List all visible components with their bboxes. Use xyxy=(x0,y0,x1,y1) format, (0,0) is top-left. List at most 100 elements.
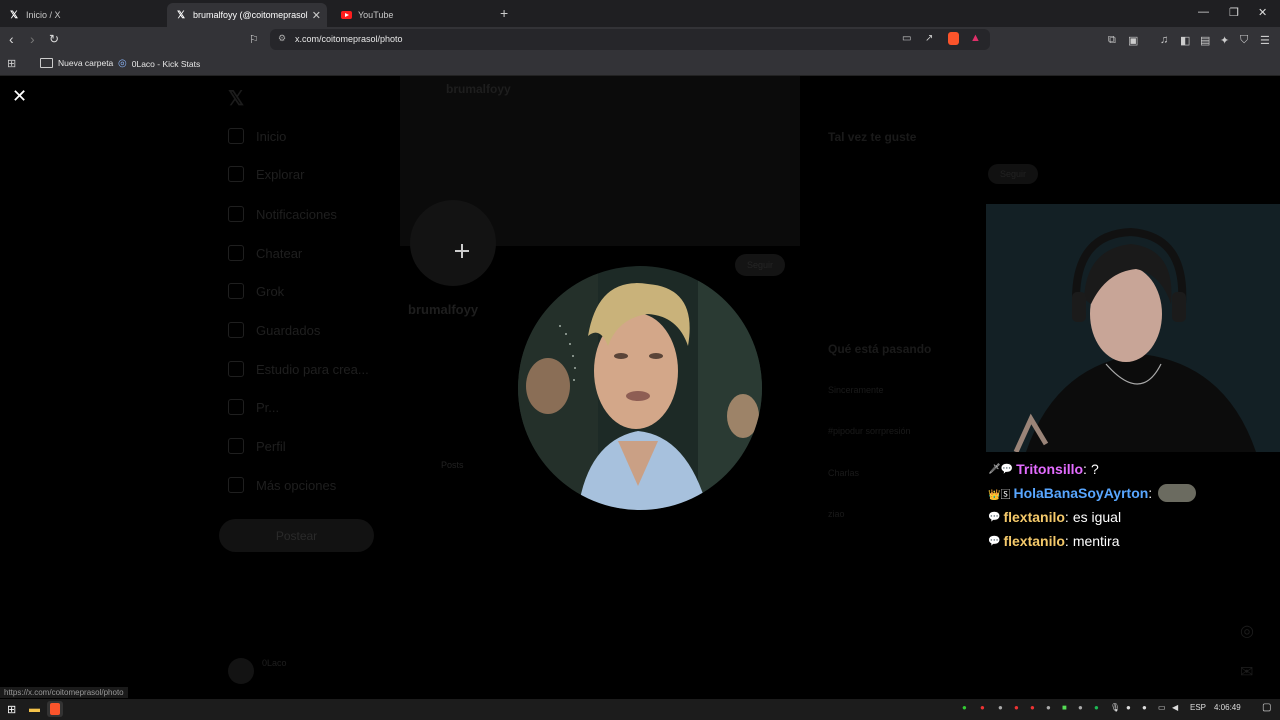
bookmarks-bar: ⊞ Nueva carpeta ◎ 0Laco - Kick Stats xyxy=(0,53,1280,76)
trend-item[interactable]: #pipodur sorrpresión xyxy=(828,426,911,436)
tray-app-icon[interactable]: ■ xyxy=(1062,703,1067,712)
x-logo-icon: 𝕏 xyxy=(9,9,19,21)
brave-rewards-icon[interactable]: ▲ xyxy=(970,32,981,44)
nav-item[interactable]: Notificaciones xyxy=(228,206,337,222)
tab-bar: 𝕏 Inicio / X 𝕏 brumalfoyy (@coitomepraso… xyxy=(0,0,1280,27)
nav-item[interactable]: Más opciones xyxy=(228,477,336,493)
clock[interactable]: 4:06:49 xyxy=(1214,703,1241,712)
volume-icon[interactable]: ◀ xyxy=(1172,703,1178,712)
share-icon[interactable]: ↗ xyxy=(925,33,933,44)
windows-start-icon[interactable]: ⊞ xyxy=(7,703,16,716)
spotify-icon[interactable]: ● xyxy=(1094,703,1099,712)
chat-message: 👑🅂 HolaBanaSoyAyrton: xyxy=(988,481,1280,505)
tray-app-icon[interactable]: ● xyxy=(1078,703,1083,712)
chat-badge-icon: 💬 xyxy=(988,511,1001,523)
nav-item[interactable]: Perfil xyxy=(228,438,286,454)
nav-item[interactable]: Pr... xyxy=(228,399,279,415)
chat-badge-icon: 👑🅂 xyxy=(988,489,1011,501)
minimize-button[interactable]: — xyxy=(1198,6,1209,18)
tab-youtube[interactable]: YouTube xyxy=(332,3,492,27)
tray-app-icon[interactable]: ● xyxy=(1030,703,1035,712)
close-photo-button[interactable]: ✕ xyxy=(12,87,28,105)
language-indicator[interactable]: ESP xyxy=(1190,703,1206,712)
tray-app-icon[interactable]: ● xyxy=(1142,703,1147,712)
post-button[interactable]: Postear xyxy=(219,519,374,552)
tray-app-icon[interactable]: ● xyxy=(1126,703,1131,712)
file-explorer-icon[interactable]: ▬ xyxy=(29,703,40,715)
nav-item[interactable]: Explorar xyxy=(228,166,304,182)
status-bar-url: https://x.com/coitomeprasol/photo xyxy=(0,687,128,698)
tray-app-icon[interactable]: ● xyxy=(1046,703,1051,712)
trend-item[interactable]: ziao xyxy=(828,509,845,519)
nav-item[interactable]: Grok xyxy=(228,283,284,299)
taskbar: ⊞ ▬ ● ● ● ● ● ● ■ ● ● 🎙 ● ● ▭ ◀ ESP 4:06… xyxy=(0,699,1280,720)
wallet-icon[interactable]: ▤ xyxy=(1200,34,1210,47)
cast-icon[interactable]: ▭ xyxy=(902,33,911,44)
profile-photo-enlarged xyxy=(518,266,762,510)
apps-grid-icon[interactable]: ⊞ xyxy=(7,57,16,70)
network-icon[interactable]: ▭ xyxy=(1158,703,1166,712)
tab-inicio[interactable]: 𝕏 Inicio / X xyxy=(0,3,165,27)
follow-button[interactable]: Seguir xyxy=(735,254,785,276)
notifications-icon[interactable]: ▢ xyxy=(1262,702,1271,713)
tab-label: brumalfoyy (@coitomeprasol) / X xyxy=(193,10,308,20)
profile-name: brumalfoyy xyxy=(408,302,479,317)
back-button[interactable]: ‹ xyxy=(9,31,14,47)
media-icon[interactable]: ♫ xyxy=(1160,34,1168,46)
brave-taskbar-button[interactable] xyxy=(47,701,63,717)
streamer-webcam xyxy=(986,204,1280,452)
nav-item[interactable]: Chatear xyxy=(228,245,302,261)
nav-item[interactable]: Guardados xyxy=(228,322,320,338)
nav-item[interactable]: Inicio xyxy=(228,128,286,144)
chat-message: 💬 flextanilo: mentira xyxy=(988,533,1120,549)
forward-button[interactable]: › xyxy=(30,31,35,47)
close-window-button[interactable]: ✕ xyxy=(1258,6,1267,19)
bookmark-icon[interactable]: ⚐ xyxy=(249,33,259,46)
bookmark-kick[interactable]: ◎ 0Laco - Kick Stats xyxy=(118,58,200,69)
chat-message: 💬 flextanilo: es igual xyxy=(988,509,1122,525)
trend-item[interactable]: Charlas xyxy=(828,468,859,478)
restore-button[interactable]: ❐ xyxy=(1229,6,1239,19)
account-avatar[interactable] xyxy=(228,658,254,684)
chat-text: mentira xyxy=(1072,533,1120,549)
brave-icon xyxy=(50,703,60,715)
follow-button[interactable]: Seguir xyxy=(988,164,1038,184)
tray-app-icon[interactable]: ● xyxy=(1014,703,1019,712)
tab-label: Inicio / X xyxy=(26,10,61,20)
chat-text: ? xyxy=(1090,461,1099,477)
brave-shield-icon[interactable] xyxy=(948,32,959,45)
new-tab-button[interactable]: + xyxy=(500,5,508,21)
messages-icon[interactable]: ✉ xyxy=(1240,662,1253,682)
trend-item[interactable]: Sinceramente xyxy=(828,385,884,395)
bookmark-folder[interactable]: Nueva carpeta xyxy=(40,58,113,68)
chat-username: flextanilo xyxy=(1003,533,1065,549)
tray-app-icon[interactable]: ● xyxy=(998,703,1003,712)
address-bar[interactable]: ⚙ x.com/coitomeprasol/photo ▭ ↗ ▲ xyxy=(270,29,990,50)
chat-badge-icon: 💬 xyxy=(988,535,1001,547)
reload-button[interactable]: ↻ xyxy=(49,32,59,46)
leo-ai-icon[interactable]: ✦ xyxy=(1220,34,1229,47)
kick-icon: ◎ xyxy=(118,58,127,69)
extensions-icon[interactable]: ⧉ xyxy=(1108,34,1116,47)
tab-posts[interactable]: Posts xyxy=(441,460,464,470)
reader-icon[interactable]: ▣ xyxy=(1128,34,1138,47)
nav-item[interactable]: Estudio para crea... xyxy=(228,361,369,377)
trending-title: Qué está pasando xyxy=(828,342,932,356)
header-name: brumalfoyy xyxy=(446,82,511,96)
x-logo-icon: 𝕏 xyxy=(228,88,245,110)
tray-app-icon[interactable]: ● xyxy=(962,703,967,712)
microphone-icon[interactable]: 🎙 xyxy=(1110,703,1120,712)
chat-username: HolaBanaSoyAyrton xyxy=(1013,485,1149,501)
tray-app-icon[interactable]: ● xyxy=(980,703,985,712)
sidebar-icon[interactable]: ◧ xyxy=(1180,34,1190,47)
chat-username: flextanilo xyxy=(1003,509,1065,525)
close-tab-icon[interactable]: ✕ xyxy=(312,9,321,22)
tab-profile[interactable]: 𝕏 brumalfoyy (@coitomeprasol) / X ✕ xyxy=(167,3,327,27)
vpn-icon[interactable]: ⛉ xyxy=(1240,34,1248,47)
chat-text: es igual xyxy=(1072,509,1122,525)
folder-icon xyxy=(40,58,53,68)
menu-icon[interactable]: ☰ xyxy=(1260,34,1270,47)
grok-icon[interactable]: ◎ xyxy=(1240,621,1254,641)
site-settings-icon[interactable]: ⚙ xyxy=(278,33,286,44)
profile-avatar-small[interactable] xyxy=(410,200,496,286)
